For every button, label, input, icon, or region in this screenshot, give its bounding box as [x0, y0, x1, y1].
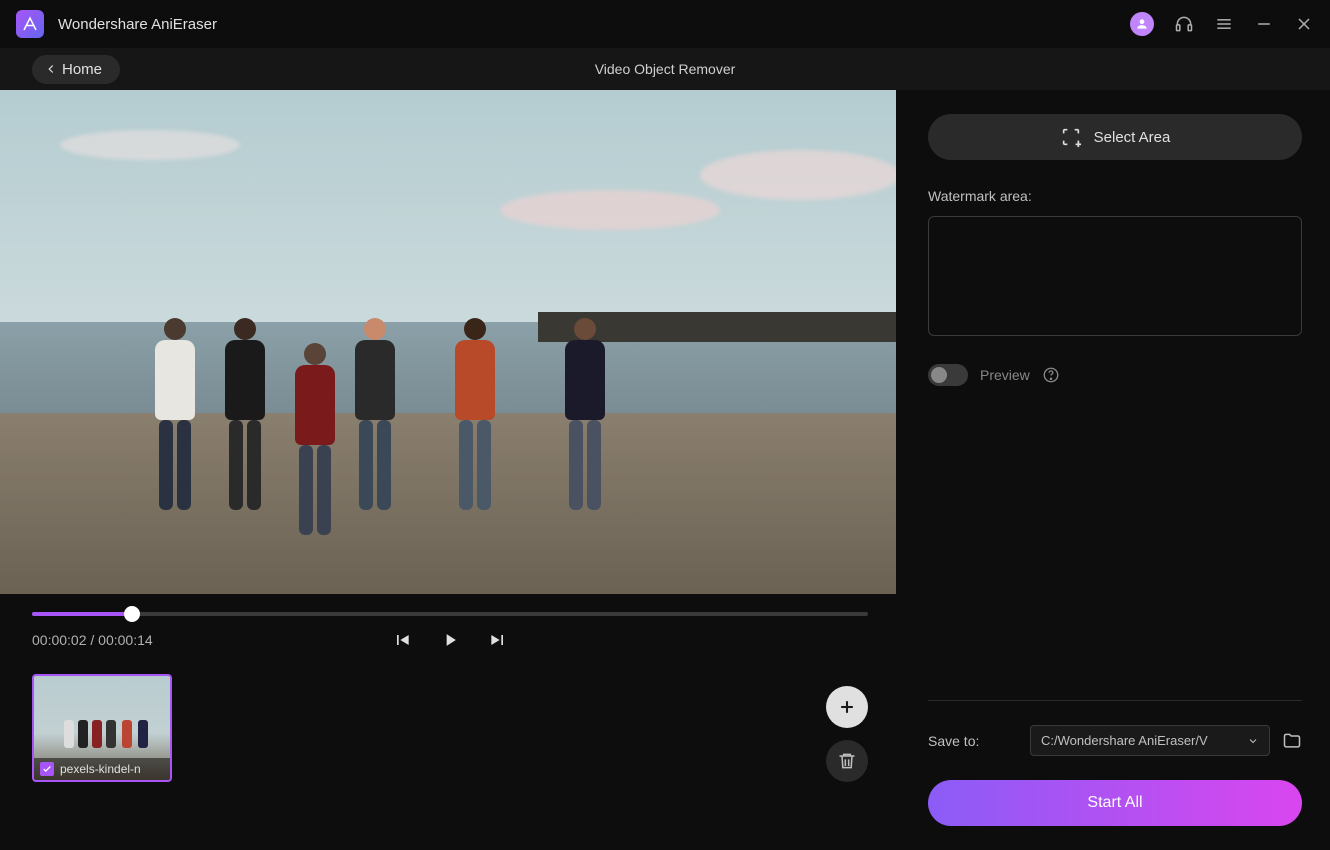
- progress-slider[interactable]: [32, 612, 868, 616]
- watermark-area-box: [928, 216, 1302, 336]
- headset-icon[interactable]: [1174, 14, 1194, 34]
- app-title: Wondershare AniEraser: [58, 16, 217, 33]
- right-panel: Select Area Watermark area: Preview Save…: [900, 90, 1330, 850]
- select-area-label: Select Area: [1094, 129, 1171, 146]
- select-area-button[interactable]: Select Area: [928, 114, 1302, 160]
- thumbnail-filename: pexels-kindel-n: [60, 762, 141, 776]
- save-path-value: C:/Wondershare AniEraser/V: [1041, 733, 1208, 748]
- help-icon[interactable]: [1042, 366, 1060, 384]
- page-title: Video Object Remover: [595, 61, 736, 77]
- play-button[interactable]: [440, 630, 460, 650]
- start-all-button[interactable]: Start All: [928, 780, 1302, 826]
- close-button[interactable]: [1294, 14, 1314, 34]
- preview-label: Preview: [980, 367, 1030, 383]
- next-button[interactable]: [488, 630, 508, 650]
- save-path-dropdown[interactable]: C:/Wondershare AniEraser/V: [1030, 725, 1270, 756]
- delete-video-button[interactable]: [826, 740, 868, 782]
- add-video-button[interactable]: [826, 686, 868, 728]
- titlebar: Wondershare AniEraser: [0, 0, 1330, 48]
- menu-icon[interactable]: [1214, 14, 1234, 34]
- browse-folder-button[interactable]: [1282, 731, 1302, 751]
- thumbnail-checkbox[interactable]: [40, 762, 54, 776]
- watermark-label: Watermark area:: [928, 188, 1302, 204]
- time-display: 00:00:02 / 00:00:14: [32, 632, 153, 648]
- home-label: Home: [62, 61, 102, 78]
- subheader: Home Video Object Remover: [0, 48, 1330, 90]
- prev-button[interactable]: [392, 630, 412, 650]
- minimize-button[interactable]: [1254, 14, 1274, 34]
- left-panel: 00:00:02 / 00:00:14: [0, 90, 900, 850]
- save-to-label: Save to:: [928, 733, 1018, 749]
- video-preview[interactable]: [0, 90, 896, 594]
- select-area-icon: [1060, 126, 1082, 148]
- chevron-down-icon: [1247, 735, 1259, 747]
- start-all-label: Start All: [1087, 794, 1142, 811]
- preview-toggle[interactable]: [928, 364, 968, 386]
- video-thumbnail[interactable]: pexels-kindel-n: [32, 674, 172, 782]
- home-button[interactable]: Home: [32, 55, 120, 84]
- avatar-icon[interactable]: [1130, 12, 1154, 36]
- app-logo: [16, 10, 44, 38]
